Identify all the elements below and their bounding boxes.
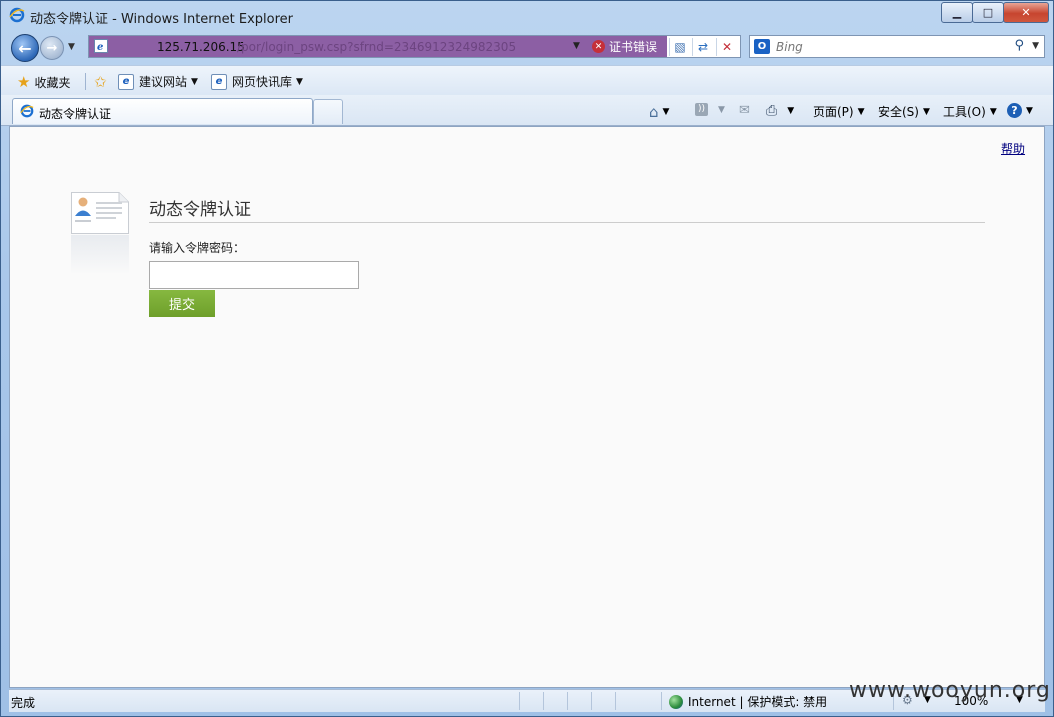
window-controls: ▁ □ ✕ (941, 2, 1049, 23)
back-arrow-icon: ← (18, 38, 32, 58)
refresh-icon: ⇄ (697, 40, 709, 54)
page-menu-dropdown-icon: ▼ (857, 106, 865, 117)
stop-button[interactable]: ✕ (716, 38, 737, 56)
submit-button[interactable]: 提交 (149, 290, 215, 317)
help-dropdown-icon: ▼ (1026, 105, 1033, 116)
certificate-error-button[interactable]: ✕ 证书错误 (592, 36, 667, 57)
safety-menu[interactable]: 安全(S) ▼ (878, 103, 930, 120)
status-divider (591, 692, 592, 710)
search-icon[interactable]: ⚲ (1014, 38, 1024, 53)
heading-divider (149, 222, 985, 223)
maximize-button[interactable]: □ (972, 2, 1004, 23)
status-divider (567, 692, 568, 710)
suggested-sites-label: 建议网站 (139, 75, 188, 89)
status-divider (519, 692, 520, 710)
add-to-favorites-bar-button[interactable]: ✩ (94, 73, 111, 91)
feeds-dropdown-icon: ▼ (718, 104, 725, 115)
ie-page-icon: e (118, 73, 134, 90)
status-text: 完成 (11, 696, 36, 710)
ie-tab-icon (20, 104, 34, 118)
print-button[interactable]: ⎙ ▼ (766, 103, 794, 119)
navigation-bar: ← → ▼ e 125.71.206.15 /por/login_psw.csp… (1, 32, 1053, 62)
search-options-dropdown-icon[interactable]: ▼ (1032, 41, 1039, 51)
compatibility-view-button[interactable]: ▧ (669, 38, 690, 56)
tab-title: 动态令牌认证 (39, 107, 112, 121)
search-placeholder: Bing (776, 40, 803, 54)
web-slice-gallery-label: 网页快讯库 (232, 75, 293, 89)
watermark: www.wooyun.org (849, 678, 1051, 703)
tools-menu-dropdown-icon: ▼ (989, 106, 997, 117)
page-menu-label: 页面(P) (813, 105, 854, 119)
home-button[interactable]: ⌂ ▼ (649, 103, 669, 121)
suggested-sites-button[interactable]: e 建议网站 ▼ (118, 73, 198, 90)
help-question-icon: ? (1007, 103, 1022, 118)
ie-logo-icon (9, 7, 25, 23)
certificate-error-label: 证书错误 (609, 40, 658, 54)
feeds-button[interactable]: )) ▼ (695, 103, 725, 116)
home-dropdown-icon: ▼ (662, 107, 670, 117)
page-menu[interactable]: 页面(P) ▼ (813, 103, 865, 120)
globe-icon (669, 694, 683, 709)
status-divider (543, 692, 544, 710)
home-icon: ⌂ (649, 103, 659, 121)
bing-logo-icon: O (754, 39, 770, 54)
minimize-button[interactable]: ▁ (941, 2, 973, 23)
refresh-button[interactable]: ⇄ (692, 38, 713, 56)
favorites-bar: ★ 收藏夹 ✩ e 建议网站 ▼ e 网页快讯库 ▼ (1, 65, 1053, 97)
window-title: 动态令牌认证 - Windows Internet Explorer (30, 12, 293, 27)
safety-menu-label: 安全(S) (878, 105, 919, 119)
web-slice-gallery-dropdown-icon: ▼ (296, 76, 303, 87)
token-password-label: 请输入令牌密码： (149, 241, 246, 255)
svg-text:e: e (97, 42, 103, 53)
help-link[interactable]: 帮助 (1001, 140, 1025, 157)
page-content: 帮助 动态令牌认证 请输入令牌密码： 提交 (9, 126, 1045, 688)
forward-button[interactable]: → (40, 36, 64, 60)
tools-menu-label: 工具(O) (943, 105, 986, 119)
status-divider (615, 692, 616, 710)
security-zone[interactable]: Internet | 保护模式: 禁用 (669, 693, 827, 710)
read-mail-button[interactable]: ✉ (739, 103, 750, 118)
user-card-reflection (71, 235, 129, 275)
security-zone-label: Internet | 保护模式: 禁用 (688, 695, 828, 709)
favorites-label: 收藏夹 (34, 75, 71, 90)
printer-icon: ⎙ (766, 103, 778, 119)
favorites-star-icon: ★ (17, 73, 31, 91)
safety-menu-dropdown-icon: ▼ (922, 106, 930, 117)
new-tab-button[interactable] (313, 99, 343, 124)
forward-arrow-icon: → (46, 40, 58, 56)
token-password-input[interactable] (149, 261, 359, 289)
stop-icon: ✕ (721, 40, 733, 54)
ie-page-icon: e (211, 73, 227, 90)
rss-feed-icon: )) (695, 103, 708, 116)
favorites-divider (85, 73, 86, 90)
address-path: /por/login_psw.csp?sfrnd=234691232498230… (237, 40, 517, 54)
title-bar: 动态令牌认证 - Windows Internet Explorer ▁ □ ✕ (1, 1, 1053, 31)
mail-icon: ✉ (739, 103, 750, 118)
tab-bar: 动态令牌认证 ⌂ ▼ )) ▼ ✉ ⎙ ▼ 页面(P) ▼ 安全(S) ▼ 工具… (1, 95, 1053, 126)
recent-pages-dropdown-icon[interactable]: ▼ (68, 42, 75, 52)
page-heading: 动态令牌认证 (149, 200, 251, 220)
tools-menu[interactable]: 工具(O) ▼ (943, 103, 997, 120)
page-icon: e (94, 39, 108, 53)
tab-active[interactable]: 动态令牌认证 (12, 98, 313, 124)
address-host: 125.71.206.15 (157, 40, 245, 54)
web-slice-gallery-button[interactable]: e 网页快讯库 ▼ (211, 73, 303, 90)
help-menu[interactable]: ? ▼ (1007, 103, 1033, 118)
add-favorite-star-icon: ✩ (94, 73, 107, 91)
user-card-icon (71, 192, 129, 234)
favorites-button[interactable]: ★ 收藏夹 (17, 73, 70, 91)
search-box[interactable]: O Bing ⚲ ▼ (749, 35, 1045, 58)
back-button[interactable]: ← (11, 34, 39, 62)
compatibility-icon: ▧ (674, 40, 686, 54)
address-dropdown-icon[interactable]: ▼ (573, 41, 580, 51)
print-dropdown-icon: ▼ (787, 106, 795, 116)
browser-window: 动态令牌认证 - Windows Internet Explorer ▁ □ ✕… (0, 0, 1054, 717)
close-button[interactable]: ✕ (1003, 2, 1049, 23)
address-bar[interactable]: e 125.71.206.15 /por/login_psw.csp?sfrnd… (88, 35, 741, 58)
suggested-sites-dropdown-icon: ▼ (191, 76, 198, 87)
status-divider (661, 692, 662, 710)
shield-error-icon: ✕ (592, 40, 605, 53)
